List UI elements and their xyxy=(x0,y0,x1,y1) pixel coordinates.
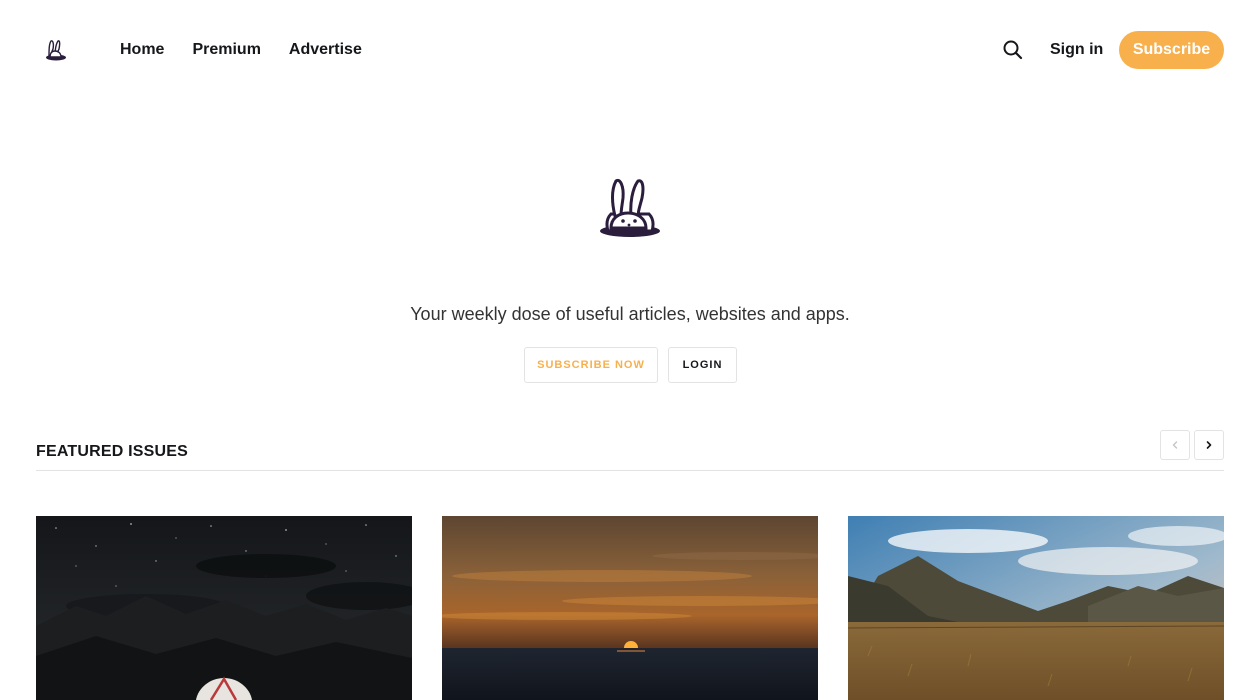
nav-home[interactable]: Home xyxy=(120,40,164,60)
search-icon[interactable] xyxy=(1002,39,1024,61)
chevron-left-icon xyxy=(1172,441,1178,449)
ocean-sunset-photo xyxy=(442,516,818,700)
featured-issues-title: FEATURED ISSUES xyxy=(36,443,189,460)
main-nav: Home Premium Advertise xyxy=(120,40,362,60)
signin-link[interactable]: Sign in xyxy=(1050,40,1103,60)
site-tagline: Your weekly dose of useful articles, web… xyxy=(410,304,850,324)
mountain-valley-field-photo xyxy=(848,516,1224,700)
hero-actions: SUBSCRIBE NOW LOGIN xyxy=(524,347,737,383)
section-divider xyxy=(36,470,1224,471)
nav-advertise[interactable]: Advertise xyxy=(289,40,362,60)
site-header: Home Premium Advertise Sign in Subscribe xyxy=(0,0,1260,100)
featured-card[interactable] xyxy=(848,516,1224,700)
featured-card[interactable] xyxy=(36,516,412,700)
night-sky-mountains-tent-photo xyxy=(36,516,412,700)
login-button[interactable]: LOGIN xyxy=(668,347,737,383)
carousel-next-button[interactable] xyxy=(1194,430,1224,460)
subscribe-now-button[interactable]: SUBSCRIBE NOW xyxy=(524,347,658,383)
carousel-prev-button[interactable] xyxy=(1160,430,1190,460)
bunny-in-hat-icon xyxy=(600,178,660,237)
subscribe-button[interactable]: Subscribe xyxy=(1119,31,1224,69)
featured-card[interactable] xyxy=(442,516,818,700)
nav-premium[interactable]: Premium xyxy=(192,40,260,60)
bunny-logo-icon[interactable] xyxy=(44,38,68,62)
chevron-right-icon xyxy=(1206,441,1212,449)
